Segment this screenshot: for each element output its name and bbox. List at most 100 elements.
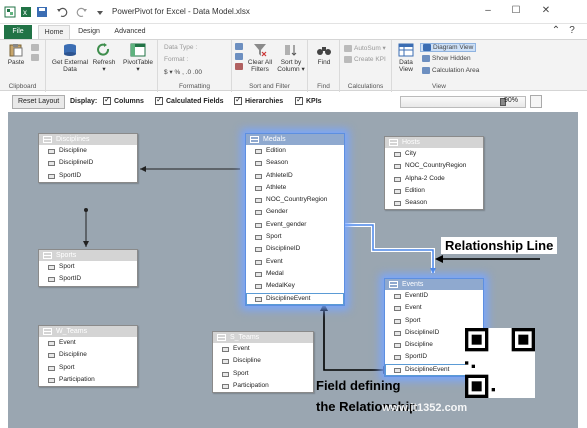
table-field[interactable]: SportID — [39, 273, 137, 285]
column-icon — [48, 265, 55, 270]
table-hosts[interactable]: Hosts City NOC_CountryRegion Alpha-2 Code E… — [384, 136, 484, 211]
table-field[interactable]: Event — [385, 302, 483, 314]
table-header[interactable]: Disciplines — [39, 134, 137, 145]
table-disciplines[interactable]: Disciplines Discipline DisciplineID SportI… — [38, 133, 138, 183]
table-header[interactable]: S_Teams — [213, 332, 313, 343]
field-label: Edition — [266, 147, 286, 154]
table-header[interactable]: Sports — [39, 250, 137, 261]
table-field[interactable]: Medal — [246, 268, 344, 280]
field-label: AthleteID — [266, 171, 293, 179]
relationship-end-icon — [84, 208, 88, 212]
table-s-teams[interactable]: S_Teams Event Discipline Sport Participatio… — [212, 331, 314, 394]
field-label: Event — [59, 339, 76, 346]
table-field[interactable]: City — [385, 148, 483, 160]
field-label: Discipline — [233, 357, 261, 365]
table-field[interactable]: DisciplineEvent — [246, 292, 344, 305]
relationship-arrow-icon — [140, 166, 146, 172]
field-label: Event — [233, 345, 250, 352]
column-icon — [255, 198, 262, 204]
table-icon — [43, 136, 52, 143]
table-field[interactable]: Edition — [246, 145, 344, 157]
table-medals[interactable]: Medals Edition Season AthleteID Athlete NOC_… — [245, 133, 345, 306]
column-icon — [255, 235, 262, 241]
table-name: Sports — [56, 252, 77, 259]
table-name: Hosts — [402, 139, 420, 146]
watermark-text: www.it1352.com — [382, 402, 468, 414]
column-icon — [255, 296, 262, 302]
field-label: Participation — [233, 381, 269, 389]
field-label: Discipline — [405, 341, 433, 349]
table-field[interactable]: EventID — [385, 290, 483, 302]
table-field[interactable]: MedalKey — [246, 280, 344, 292]
column-icon — [394, 188, 401, 194]
highlighted-relationship-halo — [345, 223, 435, 273]
field-label: Season — [266, 159, 289, 167]
table-field[interactable]: Sport — [39, 362, 137, 374]
table-field[interactable]: NOC_CountryRegion — [385, 160, 483, 172]
table-field[interactable]: Sport — [213, 368, 313, 380]
table-name: Events — [402, 281, 424, 288]
table-field[interactable]: Season — [385, 197, 483, 209]
table-field[interactable]: Participation — [39, 374, 137, 386]
table-icon — [389, 281, 398, 288]
table-field[interactable]: Event_gender — [246, 219, 344, 231]
table-field[interactable]: Event — [213, 343, 313, 355]
table-header[interactable]: W_Teams — [39, 326, 137, 337]
column-icon — [394, 164, 401, 170]
qr-code-icon — [465, 328, 535, 398]
table-field[interactable]: Participation — [213, 380, 313, 392]
field-label: Athlete — [266, 183, 287, 191]
table-icon — [389, 139, 398, 146]
table-icon — [43, 252, 52, 259]
column-icon — [255, 247, 262, 253]
column-icon — [255, 284, 262, 290]
column-icon — [48, 377, 55, 383]
table-field[interactable]: Sport — [246, 231, 344, 243]
table-w-teams[interactable]: W_Teams Event Discipline Sport Participatio… — [38, 325, 138, 388]
table-field[interactable]: Athlete — [246, 182, 344, 194]
relationship-arrow-icon — [430, 268, 436, 274]
table-field[interactable]: Season — [246, 157, 344, 169]
field-label: Sport — [405, 316, 421, 324]
table-field[interactable]: DisciplineID — [246, 243, 344, 255]
callout-field-defining-line1: Field defining — [316, 378, 401, 393]
table-field[interactable]: Edition — [385, 185, 483, 197]
column-icon — [255, 161, 262, 167]
column-icon — [222, 371, 229, 377]
table-field[interactable]: DisciplineID — [39, 157, 137, 169]
column-icon — [222, 359, 229, 365]
table-sports[interactable]: Sports Sport SportID — [38, 249, 138, 287]
table-icon — [217, 334, 226, 341]
table-field[interactable]: SportID — [39, 170, 137, 182]
table-field[interactable]: Discipline — [39, 145, 137, 157]
table-field[interactable]: Sport — [39, 261, 137, 273]
table-field[interactable]: Event — [246, 256, 344, 268]
column-icon — [394, 343, 401, 349]
table-field[interactable]: AthleteID — [246, 170, 344, 182]
field-label: DisciplineID — [266, 245, 301, 253]
field-label: DisciplineEvent — [405, 365, 450, 373]
column-icon — [255, 173, 262, 179]
field-label: Sport — [233, 369, 249, 377]
table-icon — [250, 136, 259, 143]
table-field[interactable]: Alpha-2 Code — [385, 173, 483, 185]
table-field[interactable]: Discipline — [39, 349, 137, 361]
column-icon — [48, 365, 55, 371]
callout-arrowhead-icon — [435, 255, 443, 263]
column-icon — [255, 271, 262, 277]
table-field[interactable]: Event — [39, 337, 137, 349]
column-icon — [48, 353, 55, 359]
callout-arrow-field — [323, 309, 386, 371]
field-label: Sport — [266, 233, 282, 241]
table-field[interactable]: Discipline — [213, 355, 313, 367]
column-icon — [255, 210, 262, 216]
table-header[interactable]: Medals — [246, 134, 344, 145]
table-field[interactable]: Gender — [246, 206, 344, 218]
column-icon — [222, 383, 229, 389]
table-name: W_Teams — [56, 328, 88, 335]
table-field[interactable]: Sport — [385, 315, 483, 327]
table-field[interactable]: NOC_CountryRegion — [246, 194, 344, 206]
column-icon — [48, 161, 55, 167]
table-header[interactable]: Hosts — [385, 137, 483, 148]
table-header[interactable]: Events — [385, 279, 483, 290]
